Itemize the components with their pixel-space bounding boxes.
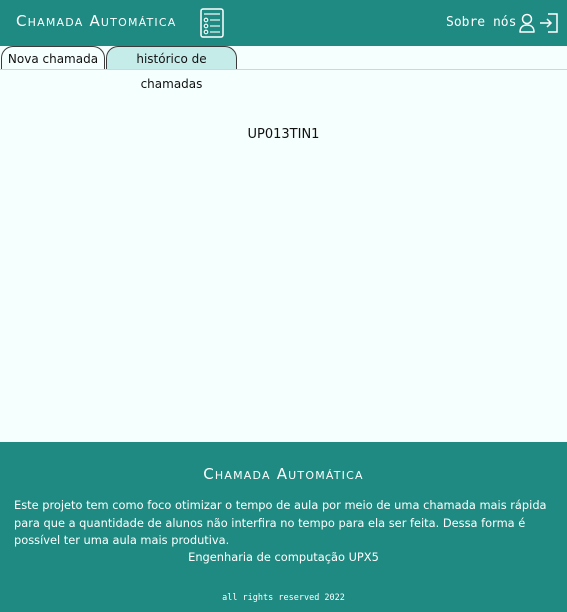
user-icon[interactable] [518,13,536,33]
app-title[interactable]: Chamada Automática [16,12,176,30]
top-navbar: Chamada Automática Sobre nós [0,0,567,46]
checklist-icon [200,8,224,38]
footer-copyright: all rights reserved 2022 [222,593,345,603]
login-icon[interactable] [539,13,558,33]
footer-title: Chamada Automática [203,465,364,483]
footer-description: Este projeto tem como foco otimizar o te… [14,498,547,547]
tab-new-call[interactable]: Nova chamada [1,46,105,69]
tab-new-call-label: Nova chamada [7,52,99,66]
class-code: UP013TIN1 [247,127,320,142]
tab-divider [0,69,567,70]
about-link[interactable]: Sobre nós [446,15,516,30]
footer: Chamada Automática Este projeto tem como… [0,442,567,612]
footer-course: Engenharia de computação UPX5 [188,550,379,564]
tab-call-history-label: histórico de chamadas [136,52,207,91]
tab-call-history[interactable]: histórico de chamadas [106,46,237,91]
